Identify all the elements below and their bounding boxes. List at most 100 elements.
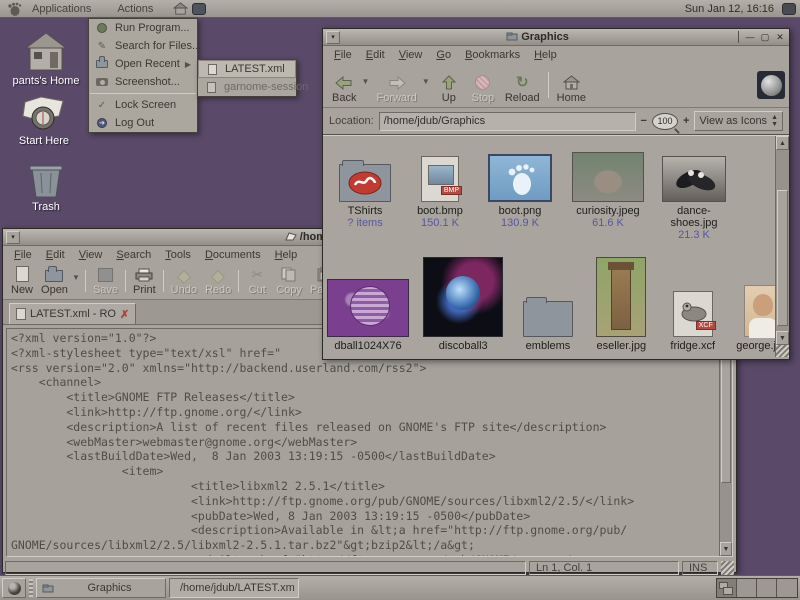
menu-edit[interactable]: Edit (359, 47, 392, 63)
zoom-level-indicator[interactable]: 100 (652, 113, 678, 130)
menu-item-log-out[interactable]: ➜ Log Out (89, 114, 197, 132)
menu-search[interactable]: Search (109, 247, 158, 263)
minimize-button[interactable]: — (743, 31, 757, 44)
redo-button[interactable]: Redo (201, 268, 235, 297)
file-boot-png[interactable]: boot.png 130.9 K (483, 142, 557, 229)
scroll-up-icon[interactable]: ▲ (776, 136, 789, 150)
menu-edit[interactable]: Edit (39, 247, 72, 263)
zoom-out-button[interactable]: − (641, 115, 647, 127)
open-recent-dropdown[interactable]: ▼ (72, 273, 82, 290)
menu-view[interactable]: View (392, 47, 430, 63)
file-boot-bmp[interactable]: BMP boot.bmp 150.1 K (407, 142, 473, 229)
menu-item-run-program[interactable]: Run Program... (89, 19, 197, 37)
nautilus-titlebar[interactable]: ▾ Graphics — ▢ ✕ (323, 29, 789, 46)
close-button[interactable]: ✕ (773, 31, 787, 44)
menu-bookmarks[interactable]: Bookmarks (458, 47, 527, 63)
save-button[interactable]: Save (89, 267, 122, 297)
menu-documents[interactable]: Documents (198, 247, 268, 263)
back-button[interactable]: Back (327, 74, 361, 105)
xml-content[interactable]: <?xml version="1.0"?> <?xml-stylesheet t… (7, 329, 732, 557)
file-dance-shoes-jpg[interactable]: dance-shoes.jpg 21.3 K (659, 142, 729, 241)
actions-menu[interactable]: Actions (109, 1, 161, 17)
resize-grip[interactable] (776, 345, 789, 357)
tasklist-handle[interactable] (29, 579, 33, 597)
submenu-item-latest-xml[interactable]: LATEST.xml (198, 60, 296, 78)
maximize-button[interactable]: ▢ (758, 31, 772, 44)
menu-tools[interactable]: Tools (158, 247, 198, 263)
menu-help[interactable]: Help (268, 247, 305, 263)
search-icon: ✎ (95, 40, 109, 52)
home-button[interactable]: Home (552, 73, 591, 105)
file-eseller-jpg[interactable]: eseller.jpg (593, 249, 650, 352)
screenshot-launcher-icon[interactable] (192, 3, 206, 15)
view-mode-select[interactable]: View as Icons ▲▼ (694, 111, 783, 131)
file-row: dball1024X76 discoball3 emblems (323, 241, 789, 352)
show-desktop-button[interactable] (2, 578, 26, 598)
titlebar-separator (738, 31, 739, 43)
window-menu-button[interactable]: ▾ (326, 31, 340, 44)
nautilus-window: ▾ Graphics — ▢ ✕ File Edit View Go Bookm… (322, 28, 790, 360)
redo-icon (211, 270, 225, 284)
menu-item-search-files[interactable]: ✎ Search for Files... (89, 37, 197, 55)
resize-grip[interactable] (721, 561, 734, 575)
stop-button[interactable]: Stop (466, 73, 500, 105)
gedit-scroll-thumb[interactable] (721, 343, 731, 483)
cut-button[interactable]: ✂ Cut (242, 267, 272, 297)
scroll-down-icon[interactable]: ▼ (776, 331, 789, 345)
menu-help[interactable]: Help (527, 47, 564, 63)
tab-latest-xml[interactable]: LATEST.xml - RO ✗ (9, 303, 136, 324)
task-graphics[interactable]: Graphics (36, 578, 166, 598)
back-history-dropdown[interactable]: ▼ (361, 77, 371, 94)
workspace-1[interactable] (717, 579, 737, 597)
panel-applet-icon[interactable] (782, 3, 796, 15)
toolbar-separator (125, 270, 126, 292)
task-gedit-latest-xml[interactable]: /home/jdub/LATEST.xm (169, 578, 299, 598)
workspace-4[interactable] (777, 579, 797, 597)
workspace-2[interactable] (737, 579, 757, 597)
menu-item-open-recent[interactable]: Open Recent ▶ (89, 55, 197, 73)
desktop-icon-home[interactable]: pants's Home (8, 32, 84, 87)
copy-button[interactable]: Copy (272, 266, 306, 297)
submenu-item-garnome-session[interactable]: garnome-session (198, 78, 296, 96)
up-button[interactable]: Up (432, 73, 466, 105)
zoom-in-button[interactable]: + (683, 115, 689, 127)
forward-history-dropdown[interactable]: ▼ (422, 77, 432, 94)
clock[interactable]: Sun Jan 12, 16:16 (685, 3, 778, 15)
file-tshirts[interactable]: TShirts ? items (333, 142, 397, 229)
undo-button[interactable]: Undo (167, 268, 201, 297)
file-emblems[interactable]: emblems (517, 287, 578, 352)
applications-menu[interactable]: Applications (24, 1, 99, 17)
gedit-window-icon (285, 231, 297, 241)
home-launcher-icon[interactable] (173, 2, 188, 15)
new-button[interactable]: New (7, 265, 37, 297)
desktop-icon-start-here[interactable]: Start Here (6, 96, 82, 147)
desktop-icon-trash[interactable]: Trash (8, 164, 84, 213)
menu-go[interactable]: Go (429, 47, 458, 63)
workspace-3[interactable] (757, 579, 777, 597)
scroll-down-icon[interactable]: ▼ (720, 542, 732, 556)
print-button[interactable]: Print (129, 267, 160, 297)
open-button[interactable]: Open (37, 264, 72, 297)
workspace-switcher[interactable] (716, 578, 798, 598)
gedit-text-area[interactable]: <?xml version="1.0"?> <?xml-stylesheet t… (6, 328, 733, 557)
file-fridge-xcf[interactable]: XCF fridge.xcf (664, 285, 721, 352)
menu-item-screenshot[interactable]: Screenshot... (89, 73, 197, 91)
file-dball[interactable]: dball1024X76 (327, 253, 409, 352)
nautilus-file-area[interactable]: TShirts ? items BMP boot.bmp 150.1 K (323, 135, 789, 357)
gnome-foot-menu-icon[interactable] (7, 2, 22, 16)
menu-file[interactable]: File (327, 47, 359, 63)
window-menu-button[interactable]: ▾ (6, 231, 20, 244)
file-discoball3[interactable]: discoball3 (423, 245, 503, 352)
menu-file[interactable]: File (7, 247, 39, 263)
gedit-vscrollbar[interactable]: ▲ ▼ (719, 329, 732, 556)
forward-button[interactable]: Forward (371, 74, 421, 105)
nautilus-vscrollbar[interactable]: ▲ ▼ (775, 136, 789, 357)
menu-item-lock-screen[interactable]: ✓ Lock Screen (89, 96, 197, 114)
copy-icon (281, 267, 297, 282)
menu-view[interactable]: View (72, 247, 110, 263)
nautilus-scroll-thumb[interactable] (777, 190, 788, 326)
location-input[interactable] (379, 112, 636, 131)
tab-close-icon[interactable]: ✗ (120, 308, 129, 321)
file-curiosity-jpeg[interactable]: curiosity.jpeg 61.6 K (567, 142, 649, 229)
reload-button[interactable]: ↻ Reload (500, 73, 545, 105)
